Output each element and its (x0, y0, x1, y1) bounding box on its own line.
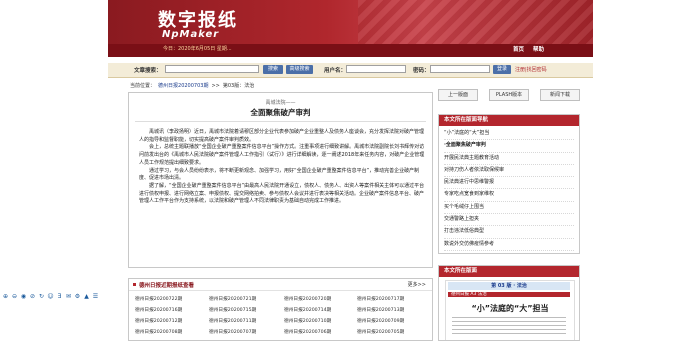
nav-item[interactable]: “小”法庭的“大”担当 (444, 128, 574, 141)
issue-link[interactable]: 德州日报20200720期 (284, 296, 331, 302)
advanced-search-button[interactable]: 高级搜索 (286, 65, 313, 74)
thumbnail-text-lines (452, 317, 566, 337)
issue-link[interactable]: 德州日报20200706期 (284, 329, 331, 335)
page-container: 数字报纸 NpMaker 今日：2020年6月05日 星期... 首页 帮助 文… (108, 0, 593, 341)
article-search-label: 文章搜索： (134, 68, 162, 74)
prev-page-button[interactable]: 上一版面 (438, 89, 478, 101)
breadcrumb-separator: >> (211, 83, 220, 89)
search-bar: 文章搜索： 搜索 高级搜索 用户名： 密码： 登录 注册|找回密码 (108, 63, 593, 78)
article-paragraph: 会上，总统主题联播放“全国企业破产重整案件信息平台”操作方式。注重事项进行细致讲… (139, 144, 425, 166)
article-search-input[interactable] (165, 65, 259, 73)
page-preview-title: 本文所在版面 (439, 266, 579, 277)
search-button[interactable]: 搜索 (263, 65, 283, 74)
login-button[interactable]: 登录 (493, 65, 511, 74)
issue-link[interactable]: 德州日报20200709期 (357, 318, 404, 324)
settings-icon[interactable]: ⚙ (74, 293, 81, 300)
issue-link[interactable]: 德州日报20200712期 (135, 318, 182, 324)
download-button[interactable]: 新闻下载 (540, 89, 580, 101)
nav-item-active[interactable]: ·全面聚焦破产审判 (444, 140, 574, 153)
password-input[interactable] (430, 65, 490, 73)
menu-icon[interactable]: ☰ (92, 293, 99, 300)
article-paragraph: 禹城讯（李政扬明）近日，禹城市法院着请穆区部分企业代表参加破产企业重整人及债务人… (139, 129, 425, 143)
date-text: 今日：2020年6月05日 星期... (163, 46, 232, 52)
page-nav-list: “小”法庭的“大”担当 ·全面聚焦破产审判 开展民法典主题教育活动 对持刀伤人者… (439, 126, 579, 253)
article-body: 禹城讯（李政扬明）近日，禹城市法院着请穆区部分企业代表参加破产企业重整人及债务人… (139, 129, 426, 206)
breadcrumb-prefix: 当前位置： (130, 83, 156, 89)
more-link[interactable]: 更多>> (408, 281, 426, 288)
mail-icon[interactable]: ✉ (65, 293, 72, 300)
thumbnail-masthead: 德州日报 A3 法治 (448, 292, 570, 297)
username-label: 用户名： (324, 68, 347, 74)
flash-version-button[interactable]: PLASH版本 (489, 89, 529, 101)
up-icon[interactable]: ▲ (83, 293, 90, 300)
username-input[interactable] (346, 65, 406, 73)
nav-item[interactable]: 民法典进行中思维警报 (444, 177, 574, 190)
nav-item[interactable]: 数说外交仿佛疫情参考 (444, 239, 574, 251)
help-link[interactable]: 帮助 (533, 45, 544, 53)
target-icon[interactable]: ◉ (20, 293, 27, 300)
nav-item[interactable]: 交通警路上担夹 (444, 214, 574, 227)
recent-issues-header: 德州日报近期报纸查看 更多>> (129, 279, 432, 291)
home-link[interactable]: 首页 (513, 45, 524, 53)
nav-item[interactable]: 打击违法低俗典型 (444, 226, 574, 239)
nav-item[interactable]: 对持刀伤人者依法取保候审 (444, 165, 574, 178)
breadcrumb-page: 第03版：法治 (222, 83, 255, 89)
issue-link[interactable]: 德州日报20200713期 (357, 307, 404, 313)
thumbnail-page-label: 第 03 版 · 法治 (448, 282, 570, 290)
brand-subtitle: NpMaker (162, 29, 220, 40)
issue-link[interactable]: 德州日报20200716期 (135, 307, 182, 313)
nav-item[interactable]: 买个毛绒仔上围当 (444, 202, 574, 215)
bullet-icon (133, 283, 136, 286)
issue-link[interactable]: 德州日报20200717期 (357, 296, 404, 302)
issue-link[interactable]: 德州日报20200722期 (135, 296, 182, 302)
block-icon[interactable]: ⊘ (29, 293, 36, 300)
issue-link[interactable]: 德州日报20200721期 (209, 296, 256, 302)
thumbnail-headline: “小”法庭的“大”担当 (471, 304, 549, 313)
issue-link[interactable]: 德州日报20200708期 (135, 329, 182, 335)
register-link[interactable]: 注册|找回密码 (515, 66, 547, 73)
breadcrumb: 当前位置： 德州日报20200703期 >> 第03版：法治 (130, 82, 430, 92)
smile-icon[interactable]: ☺ (47, 293, 54, 300)
site-header: 数字报纸 NpMaker 今日：2020年6月05日 星期... 首页 帮助 (108, 0, 593, 57)
page-nav-panel: 本文所在版面导航 “小”法庭的“大”担当 ·全面聚焦破产审判 开展民法典主题教育… (438, 114, 580, 254)
nav-item[interactable]: 开展民法典主题教育活动 (444, 153, 574, 165)
page-preview-panel: 本文所在版面 第 03 版 · 法治 德州日报 A3 法治 “小”法庭的“大”担… (438, 265, 580, 341)
issue-link[interactable]: 德州日报20200711期 (209, 318, 256, 324)
issue-link[interactable]: 德州日报20200710期 (284, 318, 331, 324)
password-label: 密码： (413, 68, 430, 74)
page-nav-title: 本文所在版面导航 (439, 115, 579, 126)
issue-link[interactable]: 德州日报20200714期 (284, 307, 331, 313)
refresh-icon[interactable]: ↻ (38, 293, 45, 300)
page-thumbnail[interactable]: 第 03 版 · 法治 德州日报 A3 法治 “小”法庭的“大”担当 (445, 280, 575, 340)
recent-issues-title: 德州日报近期报纸查看 (139, 283, 195, 289)
article-title: 全面聚焦破产审判 (250, 108, 311, 117)
article-panel: 禹城法院—— 全面聚焦破产审判 禹城讯（李政扬明）近日，禹城市法院着请穆区部分企… (128, 92, 433, 268)
article-divider (135, 121, 426, 122)
issue-link[interactable]: 德州日报20200715期 (209, 307, 256, 313)
breadcrumb-paper[interactable]: 德州日报20200703期 (158, 83, 208, 89)
article-paragraph: 通过学习，与会人员纷纷表示，将不断更新观念、加强学习，用好“全国企业破产重整案件… (139, 167, 420, 182)
zoom-in-icon[interactable]: ⊕ (2, 293, 9, 300)
left-toolbar: ⊕ ⊖ ◉ ⊘ ↻ ☺ Ǝ ✉ ⚙ ▲ ☰ (2, 283, 102, 300)
nav-item[interactable]: 专家吃点宽食到家维权 (444, 189, 574, 202)
article-paragraph: 据了解，“全国企业破产重整案件信息平台”由最高人民法院开通设立，债权人、债务人、… (139, 182, 425, 205)
issue-link[interactable]: 德州日报20200705期 (357, 329, 404, 335)
issue-link[interactable]: 德州日报20200707期 (209, 329, 256, 335)
zoom-out-icon[interactable]: ⊖ (11, 293, 18, 300)
e-icon[interactable]: Ǝ (56, 293, 63, 300)
recent-issues-panel: 德州日报近期报纸查看 更多>> 德州日报20200722期 德州日报202007… (128, 278, 433, 341)
article-subtitle: 禹城法院—— (265, 100, 296, 106)
